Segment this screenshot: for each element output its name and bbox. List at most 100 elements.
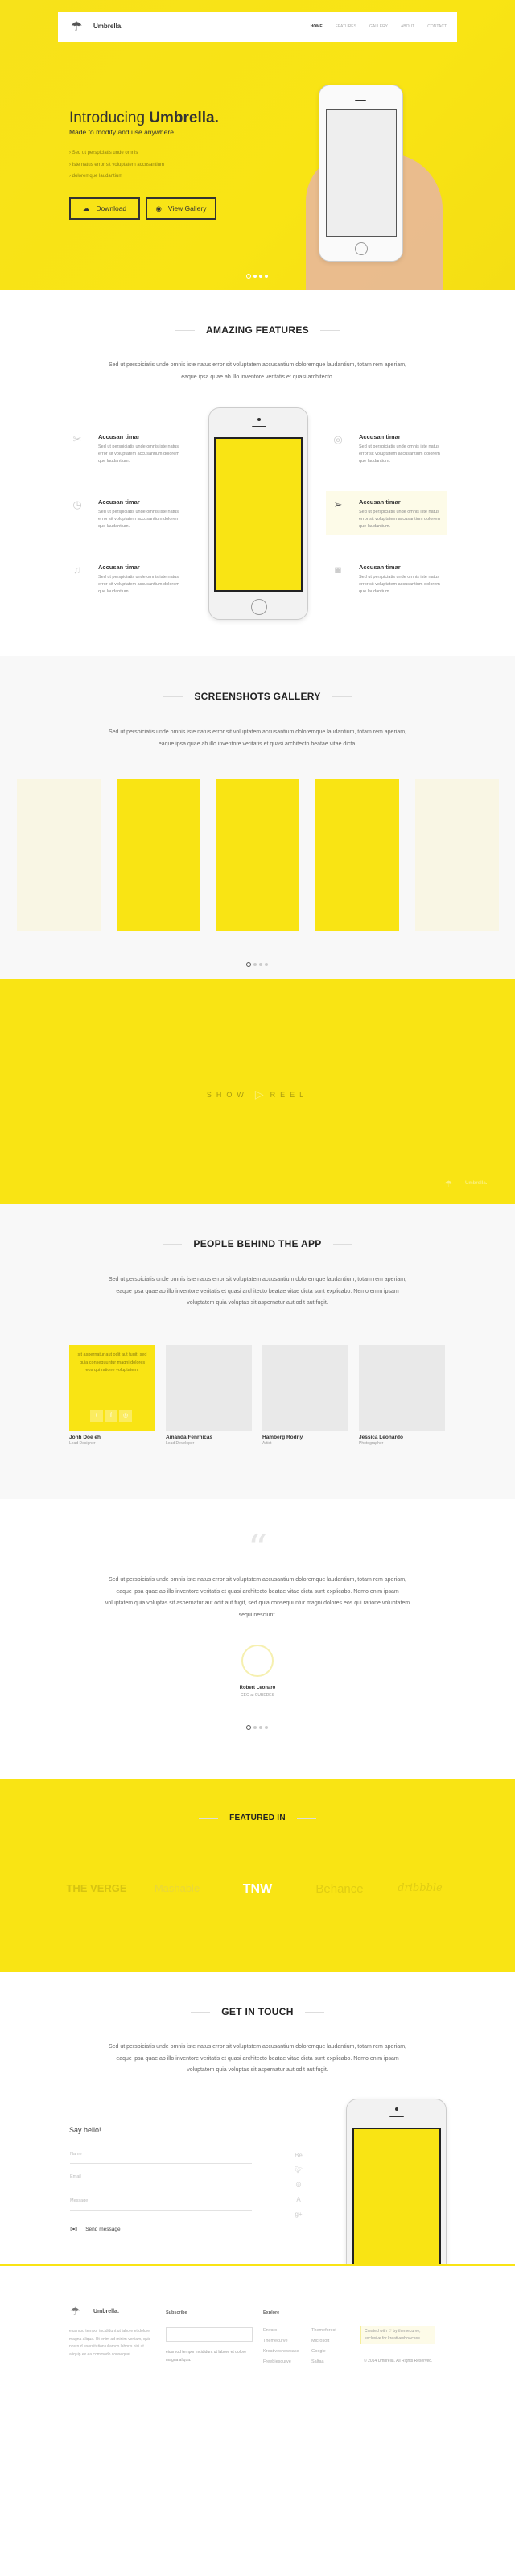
brand-name[interactable]: Umbrella. bbox=[93, 23, 122, 30]
logo-tnw: TNW bbox=[242, 1882, 273, 1896]
envelope-icon: ✉ bbox=[70, 2225, 78, 2235]
logo-the-verge: THE VERGE bbox=[66, 1882, 127, 1894]
showreel-button[interactable]: SHOW ▷ REEL bbox=[201, 1088, 314, 1101]
contact-phone-image bbox=[346, 2099, 447, 2289]
play-icon: ▷ bbox=[254, 1088, 264, 1100]
dribbble-icon[interactable]: ◎ bbox=[293, 2181, 304, 2188]
umbrella-logo-icon: ☂ bbox=[70, 2305, 80, 2318]
footer-link[interactable]: Kreativeshowcase bbox=[263, 2347, 299, 2357]
member-photo: sit aspernatur aut odit aut fugit, sed q… bbox=[69, 1345, 155, 1431]
hero-section: ☂ Umbrella. HOME FEATURES GALLERY ABOUT … bbox=[0, 0, 515, 314]
hero-phone-image bbox=[319, 85, 403, 262]
copyright: © 2014 Umbrella. All Rights Reserved. bbox=[364, 2359, 433, 2363]
arrow-right-icon[interactable]: → bbox=[241, 2330, 247, 2338]
member-name: Hamberg Rodny bbox=[262, 1435, 303, 1440]
logo-behance: Behance bbox=[315, 1882, 364, 1896]
nav-about[interactable]: ABOUT bbox=[401, 24, 414, 29]
gallery-screenshot[interactable] bbox=[216, 779, 299, 931]
hero-title-bold: Umbrella. bbox=[149, 109, 219, 126]
dribbble-icon[interactable]: ◎ bbox=[119, 1410, 132, 1422]
send-message-button[interactable]: ✉ Send message bbox=[70, 2224, 121, 2235]
gallery-slider-dots[interactable] bbox=[246, 962, 268, 967]
gallery-screenshot[interactable] bbox=[415, 779, 499, 931]
logo-mashable: Mashable bbox=[154, 1882, 200, 1894]
member-role: Photographer bbox=[359, 1441, 384, 1446]
gallery-description: Sed ut perspiciatis unde omnis iste natu… bbox=[108, 729, 406, 747]
testimonial-avatar bbox=[241, 1645, 274, 1677]
facebook-icon[interactable]: f bbox=[105, 1410, 117, 1422]
hero-subtitle: Made to modify and use anywhere bbox=[69, 128, 174, 136]
hero-bullet: › Iste natus error sit voluptatem accusa… bbox=[69, 162, 165, 167]
heart-icon: ♡ bbox=[388, 2329, 392, 2334]
gallery-screenshot[interactable] bbox=[117, 779, 200, 931]
footer-link[interactable]: Microsoft bbox=[311, 2336, 336, 2347]
subscribe-title: Subscribe bbox=[166, 2310, 187, 2315]
nav-home[interactable]: HOME bbox=[311, 24, 323, 29]
team-member[interactable]: Amanda Fenrnicas Lead Developer bbox=[166, 1345, 252, 1446]
view-gallery-button[interactable]: ◉ View Gallery bbox=[146, 197, 216, 220]
member-photo bbox=[262, 1345, 348, 1431]
member-bio: sit aspernatur aut odit aut fugit, sed q… bbox=[77, 1352, 147, 1373]
subscribe-input[interactable]: → bbox=[166, 2327, 253, 2342]
testimonial-name: Robert Leonaro bbox=[239, 1686, 276, 1690]
footer-link[interactable]: Envato bbox=[263, 2326, 299, 2336]
member-photo bbox=[166, 1345, 252, 1431]
contact-description: Sed ut perspiciatis unde omnis iste natu… bbox=[108, 2044, 406, 2073]
member-role: Lead Designer bbox=[69, 1441, 96, 1446]
message-input[interactable]: Message bbox=[70, 2198, 252, 2211]
twitter-icon[interactable]: t bbox=[90, 1410, 103, 1422]
team-member[interactable]: sit aspernatur aut odit aut fugit, sed q… bbox=[69, 1345, 155, 1446]
footer-link[interactable]: Freebiescurve bbox=[263, 2357, 299, 2368]
footer-link[interactable]: Saltaa bbox=[311, 2357, 336, 2368]
logo-dribbble: dribbble bbox=[398, 1882, 443, 1894]
team-member[interactable]: Hamberg Rodny Artist bbox=[262, 1345, 348, 1446]
nav-menu: HOME FEATURES GALLERY ABOUT CONTACT bbox=[311, 24, 447, 29]
showreel-section: SHOW ▷ REEL ☂ Umbrella. bbox=[0, 979, 515, 1204]
footer-link[interactable]: Themecurve bbox=[263, 2336, 299, 2347]
gallery-screenshot[interactable] bbox=[315, 779, 399, 931]
quote-icon: “ bbox=[247, 1526, 268, 1571]
hero-bullet: › Sed ut perspiciatis unde omnis bbox=[69, 151, 138, 155]
feature-item: ◙ Accusan timar Sed ut perspiciatis unde o… bbox=[335, 564, 447, 596]
email-input[interactable]: Email bbox=[70, 2174, 252, 2186]
gallery-title: SCREENSHOTS GALLERY bbox=[0, 691, 515, 702]
behance-icon[interactable]: Be bbox=[293, 2152, 304, 2159]
featured-title: FEATURED IN bbox=[0, 1814, 515, 1823]
nav-contact[interactable]: CONTACT bbox=[427, 24, 447, 29]
a-icon[interactable]: A bbox=[293, 2196, 304, 2203]
footer-link[interactable]: Themeforest bbox=[311, 2326, 336, 2336]
umbrella-logo-icon: ☂ bbox=[71, 20, 83, 34]
features-phone-image bbox=[208, 407, 308, 620]
nav-features[interactable]: FEATURES bbox=[336, 24, 356, 29]
feature-item: ♫ Accusan timar Sed ut perspiciatis unde o… bbox=[73, 564, 187, 596]
explore-links-1: Envato Themecurve Kreativeshowcase Freeb… bbox=[263, 2326, 299, 2368]
team-title: PEOPLE BEHIND THE APP bbox=[0, 1238, 515, 1249]
gallery-screenshot[interactable] bbox=[17, 779, 101, 931]
featured-section bbox=[0, 1779, 515, 1972]
twitter-icon[interactable]: 🐦︎ bbox=[293, 2166, 304, 2174]
download-button[interactable]: ☁ Download bbox=[69, 197, 140, 220]
footer: ☂ Umbrella. eiusmod tempor incididunt ut… bbox=[0, 2264, 515, 2576]
team-member[interactable]: Jessica Leonardo Photographer bbox=[359, 1345, 445, 1446]
member-role: Lead Developer bbox=[166, 1441, 195, 1446]
footer-link[interactable]: Google bbox=[311, 2347, 336, 2357]
feature-item: ◎ Accusan timar Sed ut perspiciatis unde o… bbox=[333, 433, 447, 465]
hero-title-light: Introducing bbox=[69, 109, 146, 126]
name-input[interactable]: Name bbox=[70, 2152, 252, 2164]
footer-brand: Umbrella. bbox=[93, 2309, 119, 2314]
testimonial-role: CEO at CUBEDES bbox=[241, 1693, 274, 1698]
lightbulb-icon: ◎ bbox=[333, 433, 343, 445]
eye-icon: ◉ bbox=[155, 204, 162, 213]
nav-gallery[interactable]: GALLERY bbox=[369, 24, 388, 29]
say-hello-heading: Say hello! bbox=[69, 2126, 101, 2134]
subscribe-text: eiusmod tempor incididunt ut labore et d… bbox=[166, 2350, 247, 2363]
contact-title: GET IN TOUCH bbox=[0, 2006, 515, 2017]
testimonial-slider-dots[interactable] bbox=[246, 1725, 268, 1730]
google-plus-icon[interactable]: g+ bbox=[293, 2211, 304, 2218]
hero-slider-dots[interactable] bbox=[246, 274, 268, 279]
hero-bullet: › doloremque laudantium bbox=[69, 174, 123, 179]
showreel-brand: Umbrella. bbox=[465, 1181, 488, 1186]
member-name: Jonh Doe eh bbox=[69, 1435, 101, 1440]
testimonial-quote: Sed ut perspiciatis unde omnis iste natu… bbox=[105, 1577, 410, 1618]
footer-about: eiusmod tempor incididunt ut labore et d… bbox=[69, 2329, 151, 2357]
